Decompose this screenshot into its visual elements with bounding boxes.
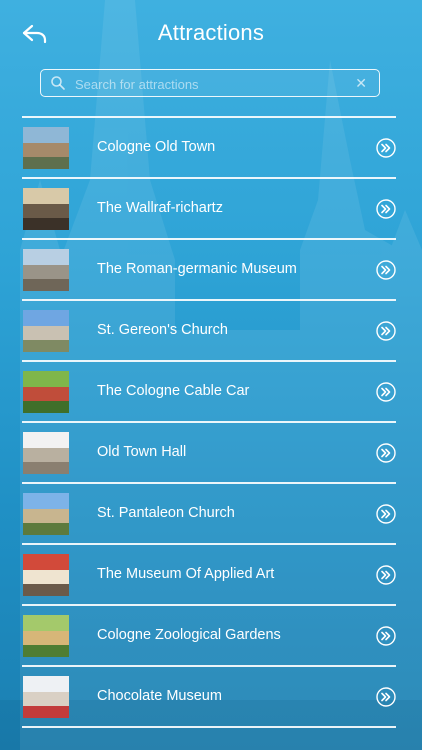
attraction-thumbnail (23, 370, 69, 413)
attraction-name: The Wallraf-richartz (97, 199, 223, 216)
chevron-right-circle-icon[interactable] (376, 564, 396, 585)
attraction-name: The Roman-germanic Museum (97, 260, 297, 277)
chevron-right-circle-icon[interactable] (376, 686, 396, 707)
attraction-name: The Museum Of Applied Art (97, 565, 275, 582)
list-item[interactable]: The Museum Of Applied Art (22, 545, 396, 605)
header: Attractions (0, 0, 422, 64)
search-input[interactable] (73, 73, 347, 95)
attraction-name: St. Gereon's Church (97, 321, 228, 338)
list-item[interactable]: The Cologne Cable Car (22, 362, 396, 422)
attraction-name: Old Town Hall (97, 443, 187, 460)
attraction-name: Chocolate Museum (97, 687, 222, 704)
chevron-right-circle-icon[interactable] (376, 503, 396, 524)
attraction-name: The Cologne Cable Car (97, 382, 250, 399)
list-item[interactable]: Chocolate Museum (22, 667, 396, 727)
chevron-right-circle-icon[interactable] (376, 259, 396, 280)
attraction-name: St. Pantaleon Church (97, 504, 235, 521)
list-item[interactable]: Cologne Old Town (22, 118, 396, 178)
row-divider (22, 726, 396, 728)
search-icon (51, 76, 65, 90)
attraction-thumbnail (23, 126, 69, 169)
chevron-right-circle-icon[interactable] (376, 198, 396, 219)
list-item[interactable]: St. Pantaleon Church (22, 484, 396, 544)
chevron-right-circle-icon[interactable] (376, 381, 396, 402)
list-item[interactable]: Cologne Zoological Gardens (22, 606, 396, 666)
attraction-thumbnail (23, 675, 69, 718)
attraction-thumbnail (23, 492, 69, 535)
attractions-list: Cologne Old Town The Wallraf-richartz The … (22, 116, 396, 728)
attraction-thumbnail (23, 309, 69, 352)
chevron-right-circle-icon[interactable] (376, 442, 396, 463)
attraction-name: Cologne Old Town (97, 138, 216, 155)
attraction-name: Cologne Zoological Gardens (97, 626, 281, 643)
attraction-thumbnail (23, 187, 69, 230)
chevron-right-circle-icon[interactable] (376, 137, 396, 158)
clear-icon[interactable]: ✕ (355, 75, 367, 91)
attraction-thumbnail (23, 248, 69, 291)
attraction-thumbnail (23, 431, 69, 474)
chevron-right-circle-icon[interactable] (376, 320, 396, 341)
attraction-thumbnail (23, 614, 69, 657)
page-title: Attractions (157, 20, 265, 45)
list-item[interactable]: The Roman-germanic Museum (22, 240, 396, 300)
list-item[interactable]: St. Gereon's Church (22, 301, 396, 361)
list-item[interactable]: Old Town Hall (22, 423, 396, 483)
attraction-thumbnail (23, 553, 69, 596)
list-item[interactable]: The Wallraf-richartz (22, 179, 396, 239)
search-box[interactable]: ✕ (40, 69, 380, 97)
chevron-right-circle-icon[interactable] (376, 625, 396, 646)
